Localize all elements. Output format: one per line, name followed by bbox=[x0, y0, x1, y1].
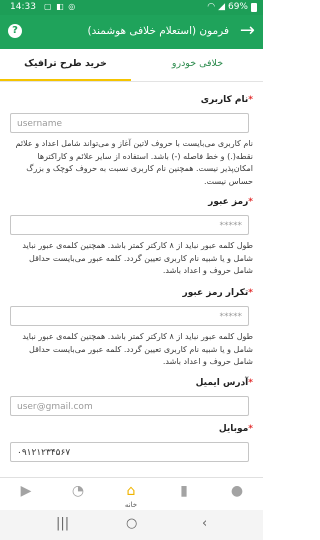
video-camera-icon: ▶ bbox=[20, 483, 32, 499]
username-label-text: نام کاربری bbox=[200, 95, 249, 105]
app-bar: ? فرمون (استعلام خلافی هوشمند) → bbox=[0, 15, 263, 49]
bottom-nav: ▶ ◔ ⌂ خانه ▮ ● bbox=[0, 477, 263, 511]
required-marker: * bbox=[248, 95, 253, 105]
nav-speed[interactable]: ◔ bbox=[52, 478, 104, 511]
status-right: ◠ ◢ 69% bbox=[207, 2, 257, 12]
nav-home[interactable]: ⌂ خانه bbox=[105, 478, 157, 511]
required-marker: * bbox=[248, 197, 253, 207]
password-help: طول کلمه عبور نباید از ۸ کارکتر کمتر باش… bbox=[22, 241, 253, 275]
password-repeat-help: طول کلمه عبور نباید از ۸ کارکتر کمتر باش… bbox=[22, 332, 253, 366]
tab-active-indicator bbox=[0, 79, 131, 81]
mobile-label: *موبایل bbox=[219, 424, 253, 434]
password-repeat-label: *تکرار رمز عبور bbox=[183, 288, 253, 298]
mobile-input[interactable]: ۰۹۱۲۱۲۳۴۵۶۷ bbox=[10, 442, 249, 462]
tab-label: خلافی خودرو bbox=[171, 58, 224, 69]
battery-percent: 69% bbox=[227, 2, 248, 12]
tab-traffic-plan[interactable]: خرید طرح ترافیک bbox=[0, 49, 131, 81]
arrow-right-icon[interactable]: → bbox=[240, 21, 255, 41]
help-icon[interactable]: ? bbox=[8, 24, 22, 38]
wifi-icon: ◠ bbox=[207, 2, 216, 12]
required-marker: * bbox=[248, 378, 253, 388]
home-icon: ⌂ bbox=[126, 483, 136, 499]
username-input[interactable]: username bbox=[10, 113, 249, 133]
password-input[interactable]: ***** bbox=[10, 215, 249, 235]
bar-chart-icon: ▮ bbox=[180, 483, 188, 499]
email-label-text: آدرس ایمیل bbox=[195, 378, 249, 388]
required-marker: * bbox=[248, 424, 253, 434]
password-repeat-input[interactable]: ***** bbox=[10, 306, 249, 326]
status-bar: 14:33 ▢ ◧ ◎ ◠ ◢ 69% bbox=[0, 0, 263, 15]
email-label: *آدرس ایمیل bbox=[196, 378, 253, 388]
password-repeat-label-text: تکرار رمز عبور bbox=[182, 288, 249, 298]
home-circle-icon[interactable]: ○ bbox=[126, 516, 137, 531]
required-marker: * bbox=[248, 288, 253, 298]
username-help: نام کاربری می‌بایست با حروف لاتین آغاز و… bbox=[15, 139, 253, 186]
battery-icon bbox=[251, 2, 257, 12]
password-label: *رمز عبور bbox=[208, 197, 253, 207]
username-label: *نام کاربری bbox=[201, 95, 253, 105]
email-input[interactable]: user@gmail.com bbox=[10, 396, 249, 416]
nav-stats[interactable]: ▮ bbox=[158, 478, 210, 511]
recent-apps-icon[interactable]: ||| bbox=[56, 516, 69, 531]
tab-bar: خلافی خودرو خرید طرح ترافیک bbox=[0, 49, 263, 82]
tab-label: خرید طرح ترافیک bbox=[24, 58, 107, 69]
nav-camera[interactable]: ▶ bbox=[0, 478, 52, 511]
mobile-label-text: موبایل bbox=[218, 424, 249, 434]
registration-form: *نام کاربری username نام کاربری می‌بایست… bbox=[0, 82, 263, 477]
nav-profile[interactable]: ● bbox=[211, 478, 263, 511]
tab-car-fines[interactable]: خلافی خودرو bbox=[132, 49, 263, 81]
notification-icons: ▢ ◧ ◎ bbox=[44, 2, 77, 11]
password-label-text: رمز عبور bbox=[208, 197, 249, 207]
app-title: فرمون (استعلام خلافی هوشمند) bbox=[87, 25, 229, 37]
system-back-icon[interactable]: ‹ bbox=[202, 516, 207, 531]
user-icon: ● bbox=[230, 483, 244, 499]
nav-label: خانه bbox=[124, 501, 138, 509]
signal-icon: ◢ bbox=[218, 2, 225, 12]
speedometer-icon: ◔ bbox=[71, 483, 85, 499]
system-nav-bar: ||| ○ ‹ bbox=[0, 510, 263, 540]
status-time: 14:33 bbox=[10, 2, 36, 12]
